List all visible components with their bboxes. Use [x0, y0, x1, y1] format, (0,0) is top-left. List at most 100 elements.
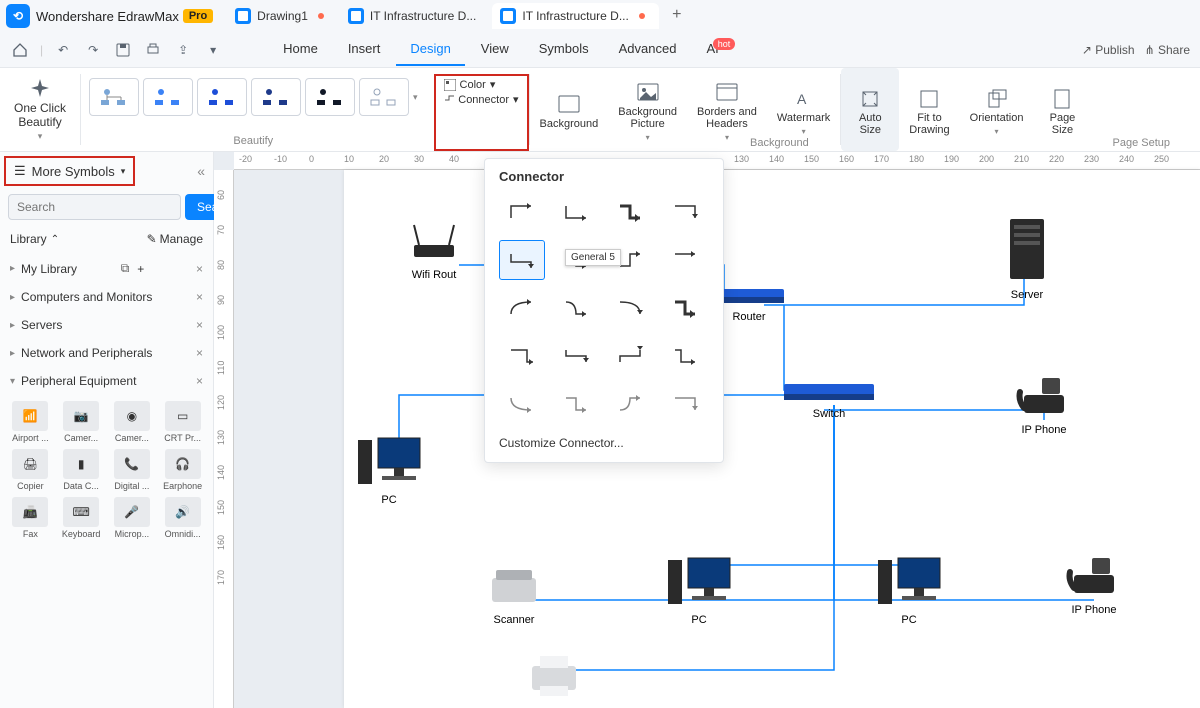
one-click-beautify-button[interactable]: One Click Beautify ▾	[0, 68, 80, 151]
conn-style-9[interactable]	[499, 336, 545, 376]
collapse-up-icon[interactable]: ⌃	[51, 234, 59, 245]
theme-swatch-5[interactable]	[305, 78, 355, 116]
manage-button[interactable]: ✎Manage	[147, 232, 203, 246]
export-icon[interactable]: ⇪	[173, 40, 193, 60]
theme-swatch-4[interactable]	[251, 78, 301, 116]
lib-computers[interactable]: Computers and Monitors×	[0, 283, 213, 311]
shape-copier[interactable]: 🖨Copier	[6, 447, 55, 493]
more-symbols-button[interactable]: ☰ More Symbols ▾	[4, 156, 135, 186]
page-size-button[interactable]: Page Size	[1033, 68, 1091, 151]
print-icon[interactable]	[143, 40, 163, 60]
conn-general-8[interactable]	[663, 240, 709, 280]
shape-crt[interactable]: ▭CRT Pr...	[158, 399, 207, 445]
shape-earphone[interactable]: 🎧Earphone	[158, 447, 207, 493]
orientation-button[interactable]: Orientation▾	[960, 68, 1034, 151]
conn-style-13[interactable]	[499, 384, 545, 424]
shape-datac[interactable]: ▮Data C...	[57, 447, 106, 493]
node-pc-3[interactable]: PC	[874, 550, 944, 626]
menu-ai[interactable]: AIhot	[692, 33, 749, 66]
tab-it-infra-1[interactable]: IT Infrastructure D...	[340, 3, 490, 29]
shape-keyboard[interactable]: ⌨Keyboard	[57, 495, 106, 541]
bg-picture-button[interactable]: Background Picture▾	[608, 68, 687, 151]
menu-symbols[interactable]: Symbols	[525, 33, 603, 66]
share-button[interactable]: ⋔ Share	[1145, 43, 1190, 57]
conn-curved-3[interactable]	[608, 288, 654, 328]
ruler-tick: 210	[1014, 154, 1029, 164]
lib-network[interactable]: Network and Peripherals×	[0, 339, 213, 367]
menu-view[interactable]: View	[467, 33, 523, 66]
conn-general-2[interactable]	[554, 192, 600, 232]
remove-icon[interactable]: ×	[196, 290, 203, 304]
shape-camera-1[interactable]: 📷Camer...	[57, 399, 106, 445]
node-switch[interactable]: Switch	[784, 380, 874, 420]
menu-advanced[interactable]: Advanced	[605, 33, 691, 66]
shape-microphone[interactable]: 🎤Microp...	[108, 495, 157, 541]
fit-drawing-button[interactable]: Fit to Drawing	[899, 68, 959, 151]
remove-icon[interactable]: ×	[196, 374, 203, 388]
redo-icon[interactable]: ↷	[83, 40, 103, 60]
shape-airport[interactable]: 📶Airport ...	[6, 399, 55, 445]
pin-icon[interactable]: ⧉	[121, 261, 130, 276]
node-pc-1[interactable]: PC	[354, 430, 424, 506]
shape-omnidi[interactable]: 🔊Omnidi...	[158, 495, 207, 541]
remove-icon[interactable]: ×	[196, 318, 203, 332]
node-router[interactable]: Router	[714, 285, 784, 323]
publish-button[interactable]: ↗ Publish	[1082, 43, 1135, 57]
home-icon[interactable]	[10, 40, 30, 60]
shape-digital[interactable]: 📞Digital ...	[108, 447, 157, 493]
node-wifi-router[interactable]: Wifi Rout	[404, 215, 464, 281]
add-icon[interactable]: +	[137, 262, 144, 276]
theme-swatch-2[interactable]	[143, 78, 193, 116]
search-input[interactable]	[8, 194, 181, 220]
theme-more-icon[interactable]: ▾	[413, 92, 418, 103]
menu-insert[interactable]: Insert	[334, 33, 395, 66]
collapse-sidebar-icon[interactable]: «	[197, 163, 205, 179]
conn-style-15[interactable]	[608, 384, 654, 424]
conn-style-16[interactable]	[663, 384, 709, 424]
add-tab-button[interactable]: +	[665, 3, 689, 27]
conn-style-12[interactable]	[663, 336, 709, 376]
conn-general-3[interactable]	[608, 192, 654, 232]
remove-icon[interactable]: ×	[196, 346, 203, 360]
conn-curved-1[interactable]	[499, 288, 545, 328]
pc-icon	[664, 550, 734, 610]
auto-size-button[interactable]: Auto Size	[841, 68, 899, 151]
node-printer[interactable]	[524, 650, 584, 704]
more-icon[interactable]: ▾	[203, 40, 223, 60]
node-server[interactable]: Server	[1004, 215, 1050, 301]
ruler-tick: 70	[216, 225, 226, 235]
shape-fax[interactable]: 📠Fax	[6, 495, 55, 541]
background-button[interactable]: Background	[530, 68, 609, 151]
conn-style-14[interactable]	[554, 384, 600, 424]
tab-it-infra-2[interactable]: IT Infrastructure D...	[492, 3, 658, 29]
drawing-canvas[interactable]: Wifi Rout Router Server Switch IP Phone …	[344, 170, 1200, 708]
lib-peripheral[interactable]: Peripheral Equipment×	[0, 367, 213, 395]
menu-design[interactable]: Design	[396, 33, 464, 66]
tab-drawing1[interactable]: Drawing1	[227, 3, 338, 29]
lib-servers[interactable]: Servers×	[0, 311, 213, 339]
customize-connector-button[interactable]: Customize Connector...	[485, 424, 723, 454]
lib-my-library[interactable]: My Library⧉+×	[0, 254, 213, 283]
conn-general-5[interactable]	[499, 240, 545, 280]
menu-home[interactable]: Home	[269, 33, 332, 66]
undo-icon[interactable]: ↶	[53, 40, 73, 60]
conn-curved-4[interactable]	[663, 288, 709, 328]
color-dropdown[interactable]: Color▾	[444, 78, 519, 91]
node-pc-2[interactable]: PC	[664, 550, 734, 626]
theme-swatch-3[interactable]	[197, 78, 247, 116]
shape-camera-2[interactable]: ◉Camer...	[108, 399, 157, 445]
conn-style-11[interactable]	[608, 336, 654, 376]
save-icon[interactable]	[113, 40, 133, 60]
node-scanner[interactable]: Scanner	[484, 560, 544, 626]
conn-style-10[interactable]	[554, 336, 600, 376]
node-ipphone-2[interactable]: IP Phone	[1064, 550, 1124, 616]
theme-swatch-1[interactable]	[89, 78, 139, 116]
conn-general-1[interactable]	[499, 192, 545, 232]
tab-label: IT Infrastructure D...	[370, 9, 476, 23]
theme-swatch-6[interactable]	[359, 78, 409, 116]
node-ipphone-1[interactable]: IP Phone	[1014, 370, 1074, 436]
conn-general-4[interactable]	[663, 192, 709, 232]
remove-icon[interactable]: ×	[196, 262, 203, 276]
connector-dropdown[interactable]: Connector▾	[444, 93, 519, 106]
conn-curved-2[interactable]	[554, 288, 600, 328]
